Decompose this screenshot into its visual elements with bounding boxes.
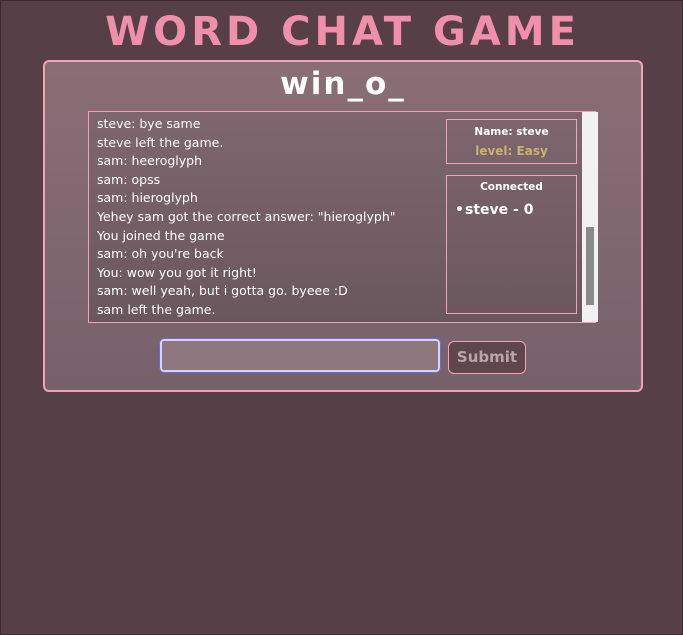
chat-message: sam left the game. [97,301,216,317]
answer-input[interactable] [159,338,441,373]
connected-player-item: steve - 0 [455,201,576,219]
chat-message: sam: hieroglyph [97,190,198,206]
connected-players-card: Connected steve - 0 [446,175,577,314]
player-name: Name: steve [474,126,549,138]
chat-message: You joined the game [97,227,225,243]
connected-player-list: steve - 0 [447,201,576,219]
chat-message: sam: opss [97,171,161,187]
app-title: WORD CHAT GAME [105,9,580,55]
chat-message: steve: bye same [97,116,201,131]
scrollbar-thumb[interactable] [586,227,594,305]
chat-message: sam: oh you're back [97,246,224,262]
chat-scrollbar[interactable] [582,112,598,322]
player-info-card: Name: steve level: Easy [446,119,577,164]
player-level: level: Easy [475,144,548,158]
submit-button[interactable]: Submit [448,341,526,374]
chat-message: steve left the game. [97,134,224,150]
chat-message: sam: heeroglyph [97,153,203,169]
connected-title: Connected [480,181,543,193]
chat-log: steve: bye same steve left the game. sam… [97,115,437,320]
chat-message: Yehey sam got the correct answer: "hiero… [97,208,396,224]
word-hint: win_o_ [280,66,406,102]
chat-message: You: wow you got it right! [97,264,257,280]
chat-message: sam: well yeah, but i gotta go. byeee :D [97,283,348,299]
game-panel: win_o_ steve: bye same steve left the ga… [43,60,643,392]
